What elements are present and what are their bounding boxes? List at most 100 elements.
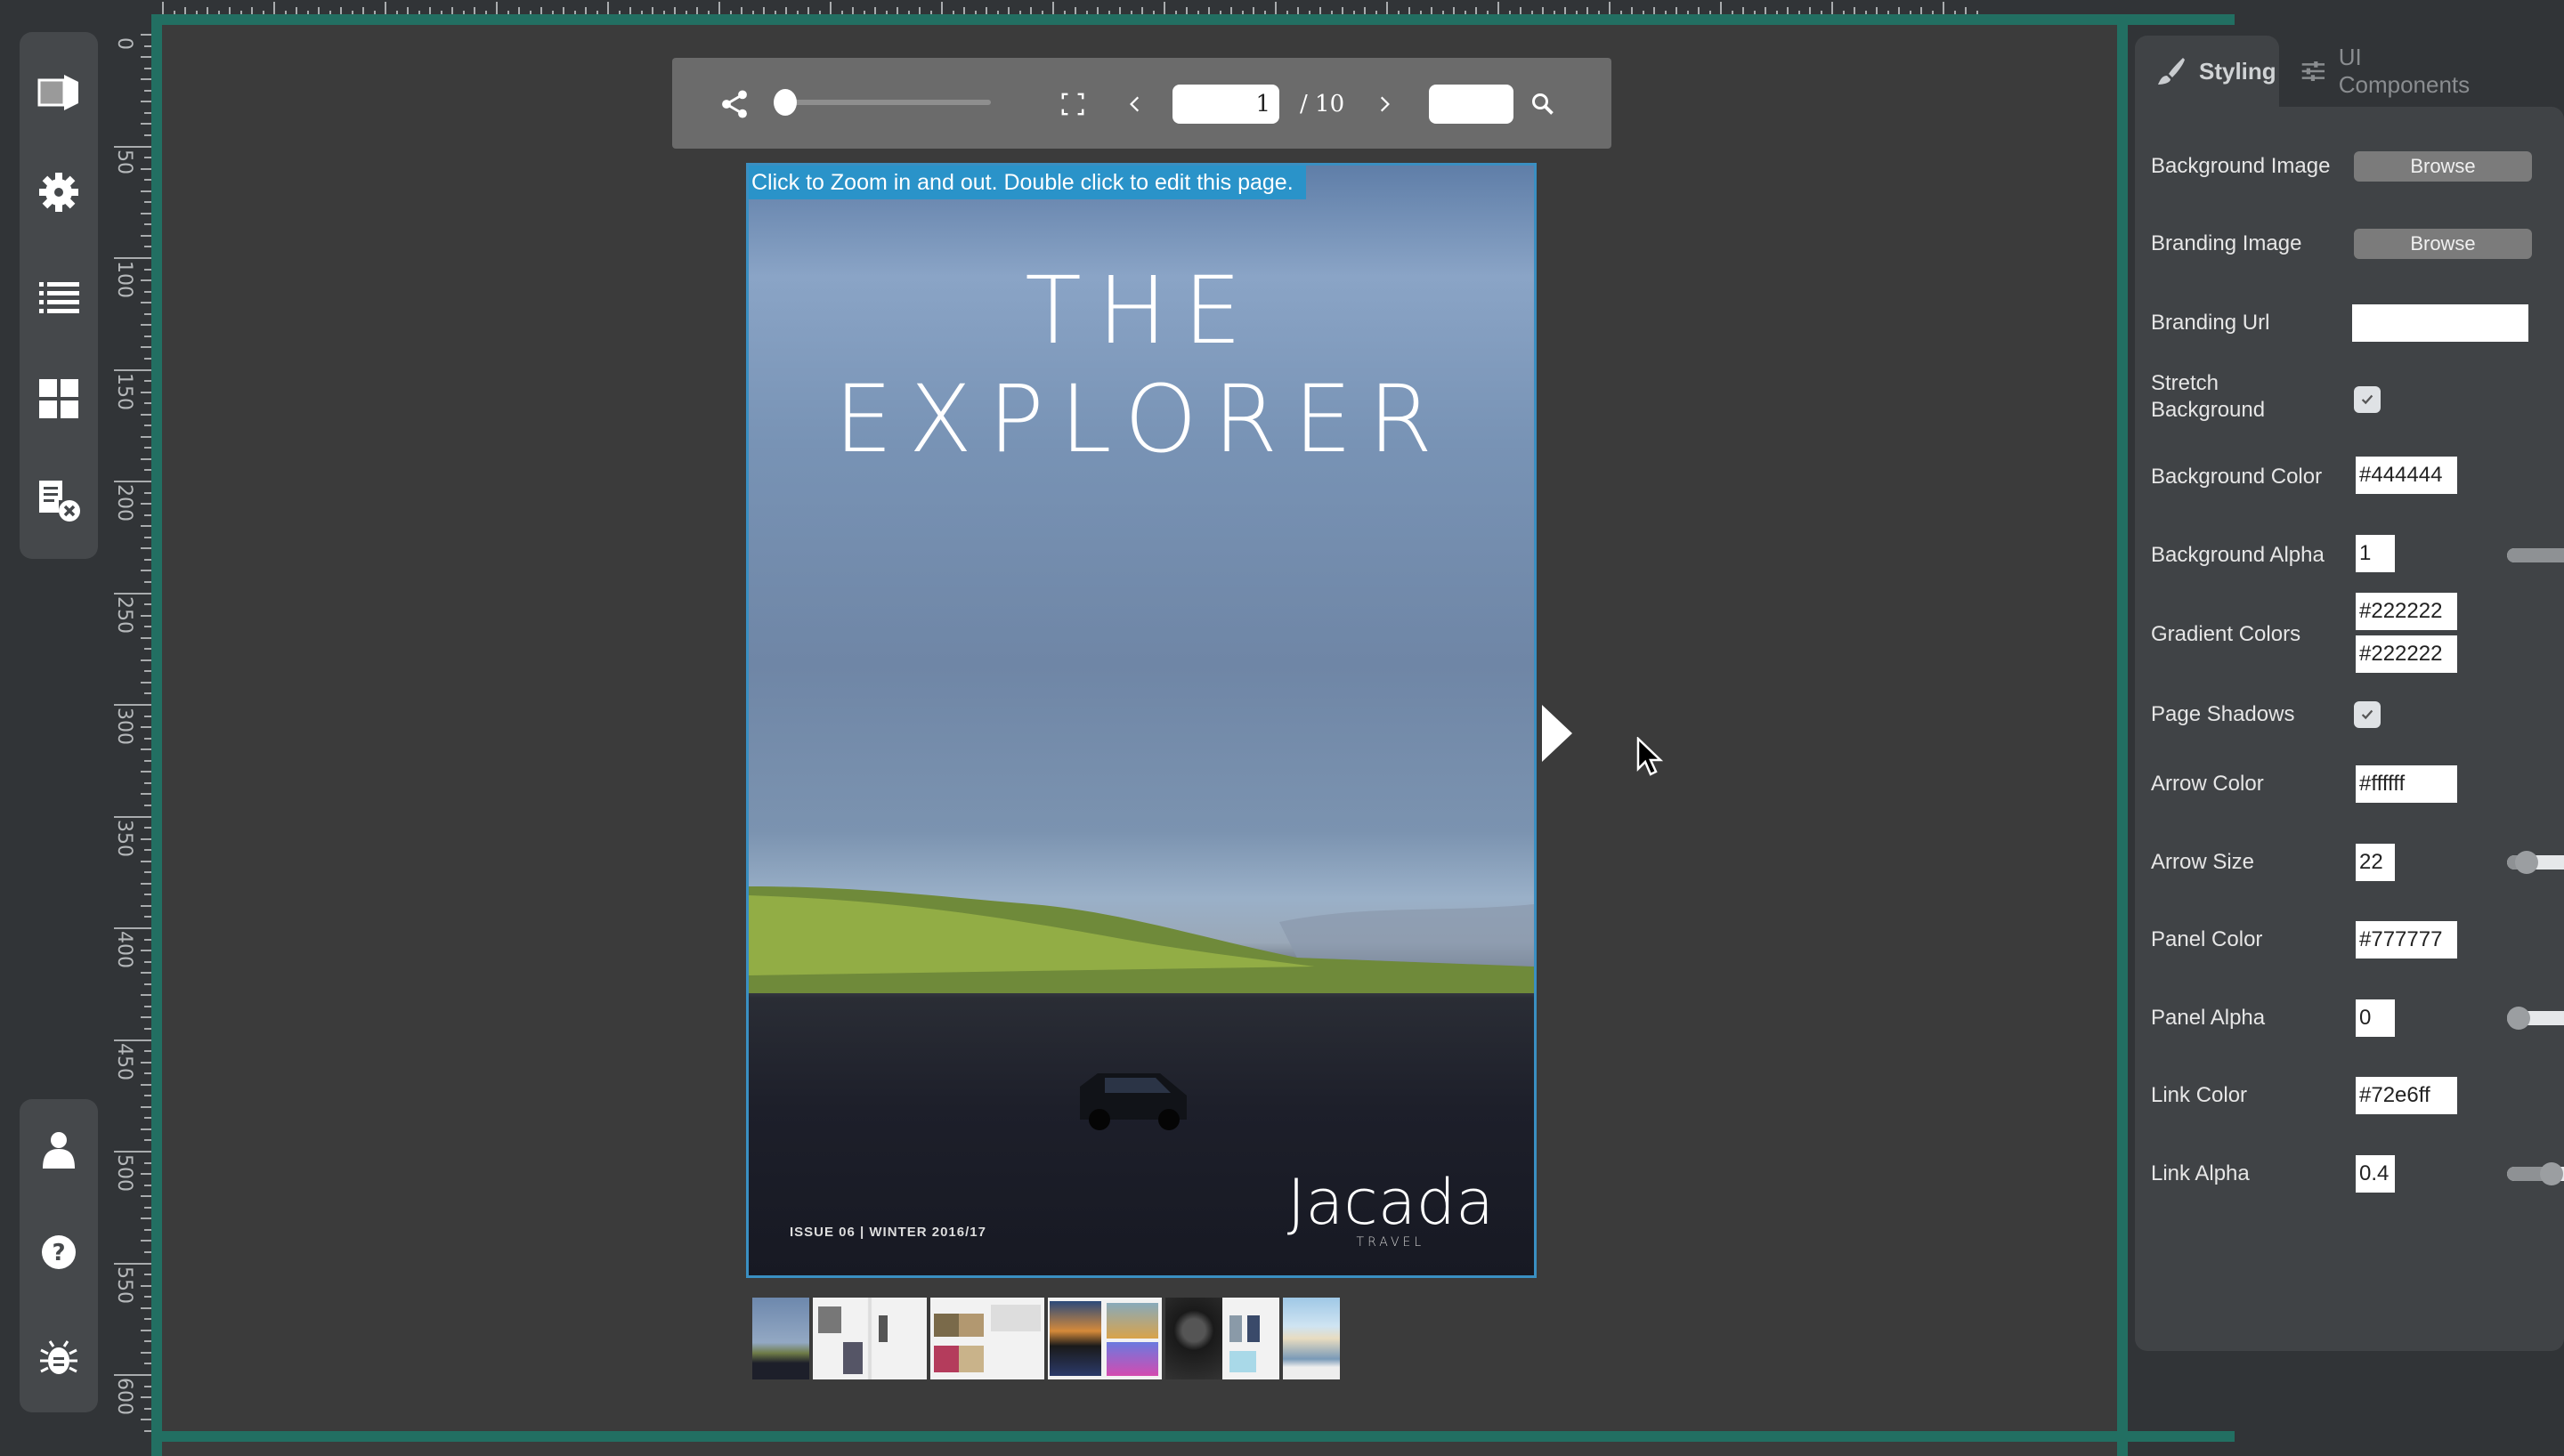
page-shadows-checkbox[interactable] [2354,701,2381,728]
thumbnail[interactable] [813,1298,927,1379]
branding-image-browse-button[interactable]: Browse [2354,229,2532,259]
ruler-tick [141,748,151,751]
background-alpha-slider[interactable] [2507,548,2564,562]
ruler-tick [141,123,151,125]
thumbnail[interactable] [1283,1298,1340,1379]
branding-image-label: Branding Image [2151,231,2302,255]
previous-page-button[interactable] [1117,86,1153,122]
ruler-tick [144,133,151,136]
gradient-color-1-input[interactable] [2356,593,2457,630]
ruler-label: 300 [113,708,135,745]
ruler-tick [144,89,151,92]
help-button[interactable]: ? [20,1217,98,1288]
ruler-tick [144,827,151,829]
ruler-tick [144,983,151,985]
ruler-tick [144,849,151,852]
ruler-tick [141,413,151,416]
car-image [1080,1073,1187,1130]
zoom-slider-handle[interactable] [774,89,797,116]
total-pages-label: / 10 [1300,91,1345,117]
layout-grid-button[interactable] [20,363,98,434]
ruler-tick [144,804,151,806]
fullscreen-button[interactable] [1055,86,1091,122]
ruler-tick [141,346,151,349]
page-number-input[interactable] [1172,85,1279,124]
gear-icon [39,173,78,212]
ruler-tick [144,1095,151,1097]
svg-text:?: ? [52,1240,65,1266]
ruler-major-tick [114,368,150,371]
flipbook-button[interactable] [20,57,98,128]
canvas-border [2128,14,2235,25]
thumbnail[interactable] [1048,1298,1162,1379]
account-button[interactable] [20,1115,98,1186]
tab-styling[interactable]: Styling [2135,36,2279,107]
page-hint-banner: Click to Zoom in and out. Double click t… [749,166,1306,199]
ruler-tick [141,994,151,997]
share-button[interactable] [715,85,754,124]
ruler-tick [141,771,151,773]
ruler-tick [144,335,151,337]
slider-handle[interactable] [2515,851,2539,874]
ruler-label: 0 [113,37,135,50]
brush-icon [2158,58,2185,85]
branding-url-label: Branding Url [2151,311,2270,335]
ruler-tick [141,1083,151,1086]
ruler-tick [141,1351,151,1354]
ruler-tick [141,78,151,81]
slider-handle[interactable] [2539,1162,2563,1185]
ruler-tick [141,860,151,862]
link-alpha-slider[interactable] [2507,1162,2564,1185]
thumbnail[interactable] [752,1298,809,1379]
arrow-color-input[interactable] [2356,765,2457,803]
ruler-tick [141,1284,151,1287]
search-input[interactable] [1429,85,1513,124]
ruler-tick [144,960,151,963]
settings-button[interactable] [20,157,98,228]
ruler-label: 450 [113,1042,135,1080]
background-alpha-input[interactable] [2356,535,2395,572]
ruler-label: 550 [113,1266,135,1304]
ruler-tick [141,681,151,684]
flipbook-page[interactable]: Click to Zoom in and out. Double click t… [746,163,1537,1278]
panel-alpha-slider[interactable] [2507,1007,2564,1030]
tab-ui-components[interactable]: UI Components [2300,36,2474,107]
ruler-tick [141,1016,151,1019]
stretch-background-checkbox[interactable] [2354,386,2381,413]
zoom-slider[interactable] [774,89,991,116]
background-image-browse-button[interactable]: Browse [2354,151,2532,182]
report-bug-button[interactable] [20,1323,98,1395]
link-alpha-input[interactable] [2356,1155,2395,1193]
cover-landscape-image [749,886,1534,993]
pages-list-button[interactable] [20,262,98,333]
arrow-size-input[interactable] [2356,844,2395,881]
remove-page-button[interactable] [20,465,98,536]
link-color-input[interactable] [2356,1077,2457,1114]
ruler-tick [144,1228,151,1231]
panel-alpha-input[interactable] [2356,999,2395,1037]
next-page-button[interactable] [1367,86,1402,122]
ruler-tick [144,1407,151,1410]
search-button[interactable] [1525,86,1561,122]
ruler-major-tick [114,815,150,818]
ruler-tick [141,726,151,729]
ruler-tick [141,547,151,550]
ruler-tick [141,1128,151,1130]
branding-url-input[interactable] [2352,304,2528,342]
ruler-major-tick [114,927,150,929]
ruler-tick [144,44,151,47]
next-page-arrow[interactable] [1542,705,1572,762]
thumbnail[interactable] [930,1298,1044,1379]
thumbnail[interactable] [1165,1298,1279,1379]
stretch-background-label: Stretch Background [2151,370,2265,424]
ruler-tick [144,715,151,717]
cover-title: THE EXPLORER [834,256,1448,473]
background-color-input[interactable] [2356,457,2457,494]
gradient-color-2-input[interactable] [2356,635,2457,673]
panel-color-input[interactable] [2356,921,2457,959]
ruler-tick [141,972,151,975]
arrow-size-slider[interactable] [2507,851,2564,874]
slider-handle[interactable] [2507,1007,2530,1030]
ruler-tick [144,759,151,762]
vertical-ruler: 0 50 100 150 200 250 300 350 400 450 500 550 600 [105,0,151,1442]
